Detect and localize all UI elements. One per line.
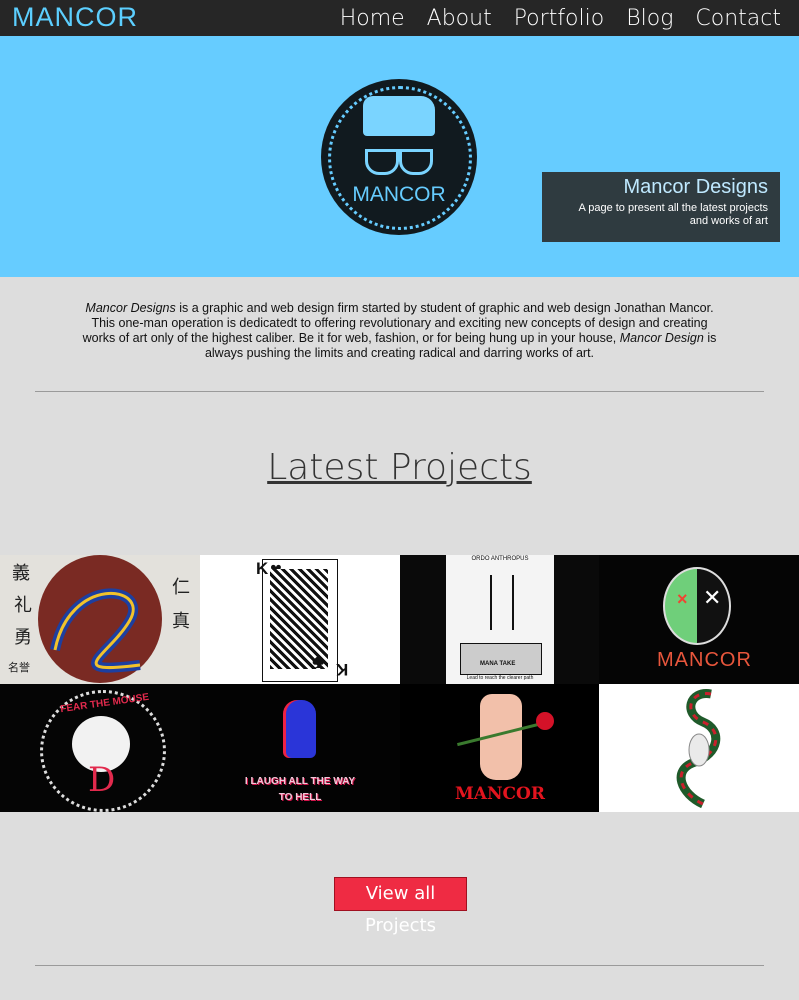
hero-subtitle: A page to present all the latest project… — [578, 202, 768, 227]
project-tile-poster[interactable]: ORDO ANTHROPUS MANA TAKE Lead to reach t… — [400, 555, 599, 684]
poster-footer: Lead to reach the clearer path — [466, 675, 534, 681]
projects-grid: 義 礼 勇 仁 真 名誉 K ♥ ♠ K ORDO ANTHROPUS MANA… — [0, 555, 799, 812]
glasses-icon — [365, 149, 433, 175]
nav-about-link[interactable]: About — [427, 6, 492, 31]
kanji-6: 名誉 — [8, 661, 30, 674]
project-tile-smiley[interactable]: × ✕ MANCOR — [599, 555, 799, 684]
nav-portfolio-link[interactable]: Portfolio — [514, 6, 605, 31]
divider — [35, 391, 764, 392]
site-logo[interactable]: MANCOR — [12, 1, 138, 33]
project-tile-mouse[interactable]: FEAR THE MOUSE D — [0, 684, 200, 812]
nav-contact-link[interactable]: Contact — [695, 6, 781, 31]
kanji-3: 勇 — [14, 627, 32, 648]
kanji-2: 礼 — [14, 595, 32, 616]
project-tile-rose-hand[interactable]: MANCOR — [400, 684, 599, 812]
rose-logo-text: MANCOR — [454, 784, 545, 804]
intro-brand-2: Mancor Design — [619, 331, 704, 345]
card-rank-top: K — [256, 559, 269, 578]
project-tile-dragon[interactable]: 義 礼 勇 仁 真 名誉 — [0, 555, 200, 684]
nav-home-link[interactable]: Home — [340, 6, 405, 31]
main-menu: Home About Portfolio Blog Contact — [340, 0, 781, 36]
intro-paragraph: Mancor Designs is a graphic and web desi… — [78, 301, 721, 361]
card-rank-bottom: K — [336, 660, 349, 679]
kanji-5: 真 — [172, 611, 190, 632]
top-nav: MANCOR Home About Portfolio Blog Contact — [0, 0, 799, 36]
poster-header: ORDO ANTHROPUS — [471, 556, 529, 562]
poster-label: MANA TAKE — [480, 661, 516, 667]
smiley-logo-text: MANCOR — [657, 649, 752, 671]
badge-name: MANCOR — [352, 183, 446, 206]
intro-brand: Mancor Designs — [85, 301, 176, 315]
project-tile-laugh[interactable]: I LAUGH ALL THE WAY TO HELL — [200, 684, 400, 812]
divider-bottom — [35, 965, 764, 966]
laugh-line-1: I LAUGH ALL THE WAY — [244, 776, 356, 787]
kanji-1: 義 — [12, 563, 30, 584]
hero-info-box: Mancor Designs A page to present all the… — [542, 172, 780, 242]
project-tile-snake[interactable] — [599, 684, 799, 812]
hair-icon — [363, 96, 435, 136]
kanji-4: 仁 — [172, 577, 190, 598]
laugh-line-2: TO HELL — [278, 792, 322, 803]
nav-blog-link[interactable]: Blog — [626, 6, 673, 31]
hero-banner: MANCOR Mancor Designs A page to present … — [0, 36, 799, 277]
hero-title: Mancor Designs — [623, 176, 768, 198]
view-all-projects-button[interactable]: View all Projects — [334, 877, 467, 936]
mancor-badge-logo: MANCOR — [321, 79, 477, 235]
project-tile-king-card[interactable]: K ♥ ♠ K — [200, 555, 400, 684]
latest-projects-heading: Latest Projects — [267, 447, 532, 488]
